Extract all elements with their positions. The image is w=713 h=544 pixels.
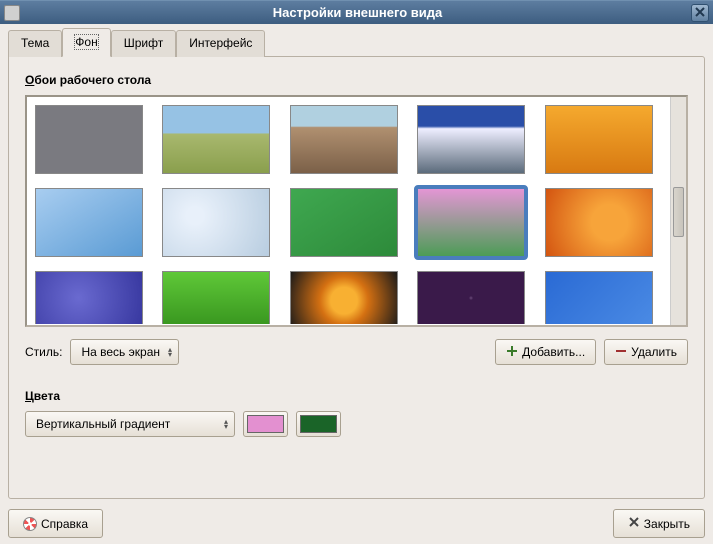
wallpaper-thumb[interactable]	[290, 188, 398, 257]
combo-arrows-icon: ▴▾	[168, 347, 172, 357]
wallpaper-thumb[interactable]	[545, 271, 653, 324]
wallpaper-thumb[interactable]	[290, 105, 398, 174]
close-button[interactable]: Закрыть	[613, 509, 705, 538]
help-icon	[23, 517, 37, 531]
wallpaper-thumb[interactable]	[417, 105, 525, 174]
wallpaper-thumb[interactable]	[545, 188, 653, 257]
tab-background[interactable]: Фон	[62, 28, 110, 57]
tab-font[interactable]: Шрифт	[111, 30, 176, 57]
wallpaper-thumb[interactable]	[35, 188, 143, 257]
scrollbar[interactable]	[670, 97, 686, 325]
window-app-icon	[4, 5, 20, 21]
window-close-button[interactable]	[691, 4, 709, 22]
help-button[interactable]: Справка	[8, 509, 103, 538]
tab-bar: Тема Фон Шрифт Интерфейс	[8, 30, 705, 57]
wallpaper-thumb[interactable]	[162, 271, 270, 324]
wallpaper-thumb[interactable]	[417, 271, 525, 324]
wallpaper-list	[25, 95, 688, 327]
colors-section-label: Цвета	[25, 389, 688, 403]
remove-icon	[615, 345, 627, 360]
gradient-combo-value: Вертикальный градиент	[36, 417, 170, 431]
color-secondary-button[interactable]	[296, 411, 341, 437]
scrollbar-thumb[interactable]	[673, 187, 684, 237]
wallpaper-thumb[interactable]	[162, 188, 270, 257]
gradient-combo[interactable]: Вертикальный градиент ▴▾	[25, 411, 235, 437]
close-icon	[628, 516, 640, 531]
wallpaper-section-label: Обои рабочего стола	[25, 73, 688, 87]
wallpaper-thumb[interactable]	[290, 271, 398, 324]
style-label: Стиль:	[25, 345, 62, 359]
style-combo-value: На весь экран	[81, 345, 160, 359]
help-button-label: Справка	[41, 517, 88, 531]
tab-panel: Обои рабочего стола Стиль: На весь экран…	[8, 56, 705, 499]
color-primary-button[interactable]	[243, 411, 288, 437]
window-title: Настройки внешнего вида	[24, 5, 691, 20]
combo-arrows-icon: ▴▾	[224, 419, 228, 429]
wallpaper-thumb[interactable]	[35, 105, 143, 174]
wallpaper-thumb[interactable]	[414, 185, 528, 260]
titlebar: Настройки внешнего вида	[0, 0, 713, 24]
wallpaper-thumb[interactable]	[35, 271, 143, 324]
style-combo[interactable]: На весь экран ▴▾	[70, 339, 179, 365]
wallpaper-thumb[interactable]	[162, 105, 270, 174]
remove-button[interactable]: Удалить	[604, 339, 688, 365]
close-icon	[695, 6, 705, 20]
tab-interface[interactable]: Интерфейс	[176, 30, 265, 57]
add-button[interactable]: Добавить...	[495, 339, 596, 365]
wallpaper-thumb[interactable]	[545, 105, 653, 174]
add-icon	[506, 345, 518, 360]
tab-theme[interactable]: Тема	[8, 30, 62, 57]
